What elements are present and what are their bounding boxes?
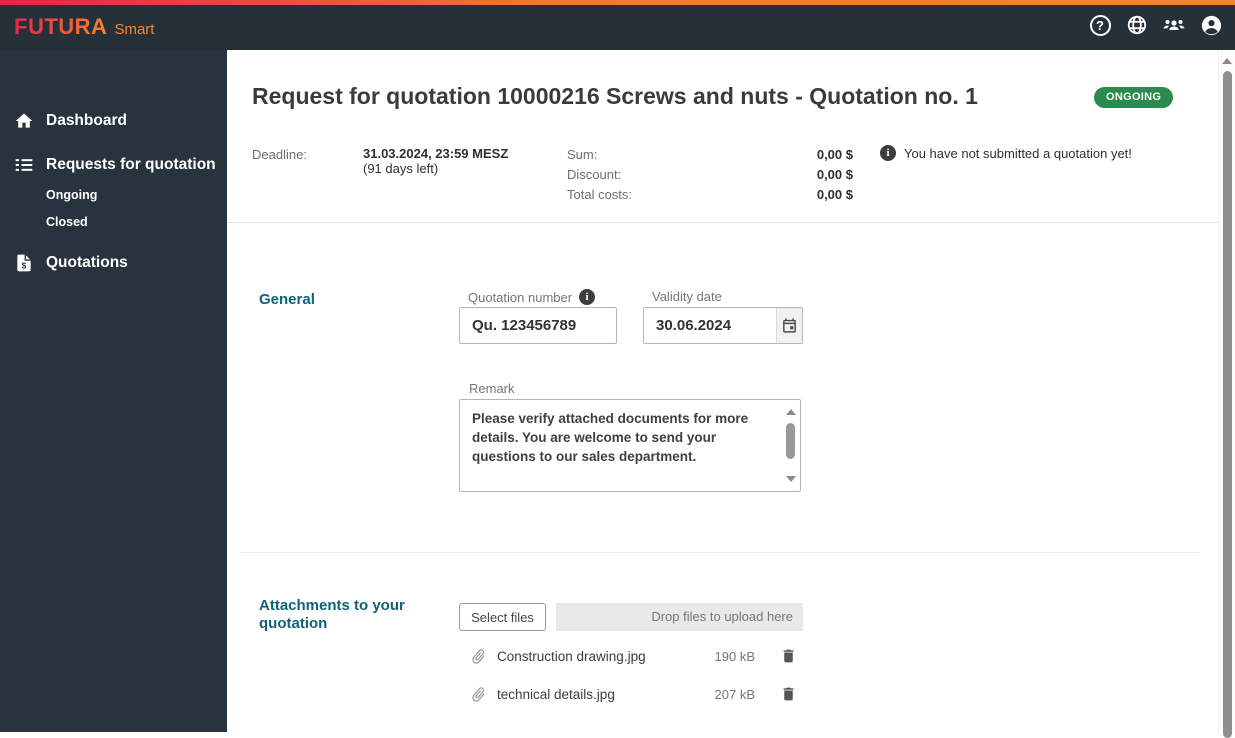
help-button[interactable]: ? [1088,13,1112,37]
sidebar-item-label: Requests for quotation [46,156,216,173]
dollar-glyph: $ [22,260,27,270]
attachment-file-name: technical details.jpg [497,687,615,702]
paperclip-icon [472,687,485,702]
brand-suffix: Smart [114,21,155,38]
trash-icon [783,649,794,663]
quotation-number-label-row: Quotation number i [468,289,596,305]
delete-attachment-button[interactable] [780,647,798,667]
sidebar-item-label: Dashboard [46,112,127,129]
app-logo: FUTURA Smart [14,14,154,40]
trash-icon [783,687,794,701]
sidebar-item-requests-for-quotation[interactable]: Requests for quotation [0,152,227,178]
section-divider [227,222,1218,223]
sidebar-item-ongoing[interactable]: Ongoing [0,186,227,204]
sidebar: Dashboard Requests for quotation Ongoing… [0,50,227,732]
header-gradient-bar [0,0,1235,5]
sidebar-item-label: Quotations [46,254,128,271]
quotation-document-icon: $ [17,254,31,272]
total-costs-label: Total costs: [567,187,633,202]
validity-date-input[interactable] [644,308,776,343]
attachment-row: Construction drawing.jpg 190 kB [470,645,830,669]
discount-label: Discount: [567,167,622,182]
sum-value: 0,00 $ [816,147,853,162]
attachment-file-size: 207 kB [714,687,755,702]
brand-name: FUTURA [14,14,108,39]
paperclip-icon [472,649,485,664]
discount-value: 0,00 $ [816,167,853,182]
page-scrollbar[interactable] [1218,50,1235,738]
submission-info-message: You have not submitted a quotation yet! [904,145,1132,161]
scroll-down-icon[interactable] [786,476,796,482]
calendar-icon [783,318,796,333]
attachment-file-size: 190 kB [714,649,755,664]
attachment-file-name: Construction drawing.jpg [497,649,646,664]
sidebar-item-closed[interactable]: Closed [0,213,227,231]
home-icon [15,113,33,128]
quotation-number-info-icon[interactable]: i [579,289,596,305]
quotation-number-label: Quotation number [468,289,573,305]
account-icon [1201,15,1221,35]
info-icon: i [880,145,896,161]
scroll-up-icon[interactable] [1222,58,1232,64]
remark-scrollbar-thumb[interactable] [786,423,795,459]
file-dropzone[interactable]: Drop files to upload here [556,603,803,631]
status-badge: ONGOING [1094,87,1174,108]
remark-text: Please verify attached documents for mor… [472,411,749,464]
validity-date-label: Validity date [652,289,722,304]
page-scrollbar-thumb[interactable] [1223,71,1232,738]
header-icon-group: ? [1088,13,1223,37]
remark-label: Remark [469,381,515,396]
app-header: FUTURA Smart ? [0,0,1235,50]
deadline-value: 31.03.2024, 23:59 MESZ [363,146,509,161]
total-costs-value: 0,00 $ [816,187,853,202]
globe-icon [1127,15,1147,35]
page-title: Request for quotation 10000216 Screws an… [252,83,978,109]
help-icon: ? [1089,14,1111,36]
attachment-row: technical details.jpg 207 kB [470,683,830,707]
delete-attachment-button[interactable] [780,685,798,705]
sidebar-item-quotations[interactable]: $ Quotations [0,250,227,276]
select-files-button[interactable]: Select files [459,603,546,631]
sidebar-item-dashboard[interactable]: Dashboard [0,108,227,134]
calendar-picker-button[interactable] [776,308,802,343]
main-content: Request for quotation 10000216 Screws an… [227,50,1235,738]
language-button[interactable] [1125,13,1149,37]
scroll-up-icon[interactable] [786,409,796,415]
quotation-number-input[interactable] [459,307,617,344]
people-group-icon [1163,20,1185,30]
remark-textarea[interactable]: Please verify attached documents for mor… [459,399,801,492]
sum-label: Sum: [567,147,598,162]
deadline-days-left: (91 days left) [363,161,439,176]
submission-info: i You have not submitted a quotation yet… [880,145,1132,161]
remark-scrollbar[interactable] [784,402,797,489]
list-icon [15,159,33,171]
users-button[interactable] [1162,13,1186,37]
validity-date-field [643,307,803,344]
general-section-heading: General [259,291,315,308]
account-button[interactable] [1199,13,1223,37]
attachments-section-heading: Attachments to your quotation [259,597,405,632]
deadline-label: Deadline: [252,147,307,162]
section-divider [240,552,1200,553]
